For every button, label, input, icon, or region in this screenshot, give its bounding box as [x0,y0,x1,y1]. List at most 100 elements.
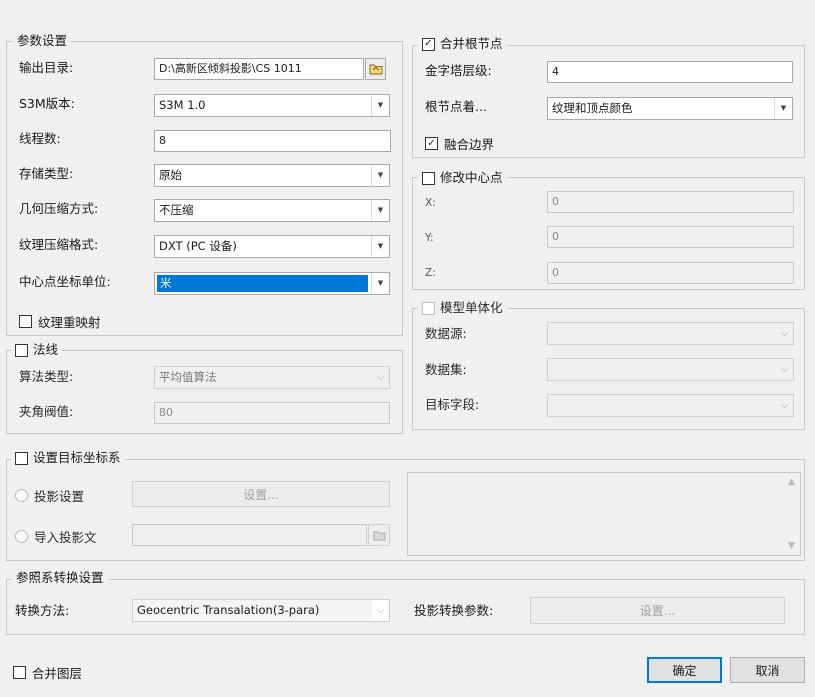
algorithm-value: 平均值算法 [159,370,217,384]
merge-layers-checkbox-row[interactable]: 合并图层 [13,663,82,682]
s3m-version-value: S3M 1.0 [159,98,206,112]
chevron-down-icon[interactable]: ▼ [371,165,389,186]
root-color-select[interactable]: 纹理和顶点颜色 ▼ [547,97,793,120]
center-point-checkbox[interactable] [422,171,435,185]
pyramid-level-field[interactable]: 4 [547,61,793,83]
projection-info-textarea[interactable]: ▲ ▼ [407,472,801,556]
datasource-label: 数据源: [425,326,467,341]
transform-params-label: 投影转换参数: [414,603,494,618]
y-field[interactable]: 0 [547,226,794,248]
normals-group-title[interactable]: 法线 [11,342,63,358]
import-projection-path-field[interactable] [132,524,367,546]
chevron-down-icon[interactable]: ⌵ [776,395,793,416]
projection-settings-label: 投影设置 [34,489,85,504]
transform-method-select[interactable]: Geocentric Transalation(3-para) ⌵ [132,599,390,622]
root-color-value: 纹理和顶点颜色 [552,101,633,115]
datasource-select[interactable]: ⌵ [547,322,794,345]
s3m-version-label: S3M版本: [19,96,75,111]
merge-border-label: 融合边界 [444,137,495,152]
center-unit-select[interactable]: 米 ▼ [154,272,390,295]
threads-field[interactable]: 8 [154,130,391,152]
merge-border-checkbox-row[interactable]: ✓ 融合边界 [425,134,494,153]
folder-icon [369,64,382,75]
s3m-version-select[interactable]: S3M 1.0 ▼ [154,94,390,117]
folder-icon [373,530,385,541]
geometry-compression-select[interactable]: 不压缩 ▼ [154,199,390,222]
z-field[interactable]: 0 [547,262,794,284]
model-single-group-title[interactable]: 模型单体化 [418,300,507,316]
merge-layers-label: 合并图层 [32,666,83,681]
texture-compression-value: DXT (PC 设备) [159,239,237,253]
center-point-title: 修改中心点 [440,170,503,185]
target-crs-group-title[interactable]: 设置目标坐标系 [11,450,125,466]
geometry-compression-value: 不压缩 [159,203,194,217]
angle-threshold-label: 夹角阀值: [19,404,74,419]
browse-folder-button[interactable] [365,58,386,80]
chevron-down-icon[interactable]: ▼ [371,273,389,294]
storage-type-select[interactable]: 原始 ▼ [154,164,390,187]
chevron-down-icon[interactable]: ▼ [371,236,389,257]
projection-settings-radio-row[interactable]: 投影设置 [15,486,84,505]
x-field[interactable]: 0 [547,191,794,213]
threads-label: 线程数: [19,131,61,146]
x-label: X: [425,197,436,209]
target-crs-checkbox[interactable] [15,451,28,465]
projection-settings-button[interactable]: 设置... [132,481,390,507]
merge-root-title: 合并根节点 [440,36,503,51]
chevron-down-icon[interactable]: ▼ [371,95,389,116]
import-projection-radio[interactable] [15,530,28,543]
normals-checkbox[interactable] [15,343,28,357]
transform-params-button[interactable]: 设置... [530,597,785,624]
chevron-down-icon[interactable]: ⌵ [372,600,389,621]
merge-root-group-title[interactable]: ✓ 合并根节点 [418,36,507,52]
scroll-down-icon[interactable]: ▼ [788,541,795,551]
chevron-down-icon[interactable]: ▼ [371,200,389,221]
dataset-select[interactable]: ⌵ [547,358,794,381]
storage-type-value: 原始 [159,168,182,182]
merge-root-checkbox[interactable]: ✓ [422,37,435,51]
target-field-select[interactable]: ⌵ [547,394,794,417]
pyramid-level-label: 金字塔层级: [425,63,492,78]
params-group-title: 参数设置 [13,33,72,49]
center-unit-label: 中心点坐标单位: [19,274,111,289]
normals-title: 法线 [33,342,59,357]
center-point-group-title[interactable]: 修改中心点 [418,170,507,186]
y-label: Y: [425,232,434,244]
transform-group-title: 参照系转换设置 [12,570,108,586]
texture-compression-label: 纹理压缩格式: [19,237,99,252]
root-color-label: 根节点着... [425,99,487,114]
dataset-label: 数据集: [425,362,467,377]
output-dir-label: 输出目录: [19,60,74,75]
model-single-title: 模型单体化 [440,300,503,315]
center-unit-value: 米 [157,275,368,292]
chevron-down-icon[interactable]: ⌵ [776,323,793,344]
cancel-button[interactable]: 取消 [730,657,805,683]
algorithm-label: 算法类型: [19,369,74,384]
projection-info-scrollbar[interactable]: ▲ ▼ [783,473,800,555]
transform-method-label: 转换方法: [15,603,70,618]
texture-remap-checkbox-row[interactable]: 纹理重映射 [19,312,101,331]
scroll-up-icon[interactable]: ▲ [788,477,795,487]
texture-remap-label: 纹理重映射 [38,315,101,330]
import-projection-radio-row[interactable]: 导入投影文 [15,527,97,546]
texture-remap-checkbox[interactable] [19,315,32,328]
target-field-label: 目标字段: [425,397,480,412]
model-single-checkbox[interactable] [422,301,435,315]
import-projection-label: 导入投影文 [34,530,97,545]
merge-layers-checkbox[interactable] [13,666,26,679]
geometry-compression-label: 几何压缩方式: [19,201,99,216]
transform-method-value: Geocentric Transalation(3-para) [137,603,320,617]
chevron-down-icon[interactable]: ⌵ [776,359,793,380]
storage-type-label: 存储类型: [19,166,74,181]
ok-button[interactable]: 确定 [647,657,722,683]
output-dir-field[interactable]: D:\高新区倾斜投影\CS 1011 [154,58,364,80]
texture-compression-select[interactable]: DXT (PC 设备) ▼ [154,235,390,258]
algorithm-select[interactable]: 平均值算法 ⌵ [154,366,390,389]
import-projection-browse-button[interactable] [368,524,390,546]
angle-threshold-field[interactable]: 80 [154,402,390,424]
target-crs-title: 设置目标坐标系 [33,450,121,465]
chevron-down-icon[interactable]: ▼ [774,98,792,119]
chevron-down-icon[interactable]: ⌵ [372,367,389,388]
projection-settings-radio[interactable] [15,489,28,502]
merge-border-checkbox[interactable]: ✓ [425,137,438,150]
